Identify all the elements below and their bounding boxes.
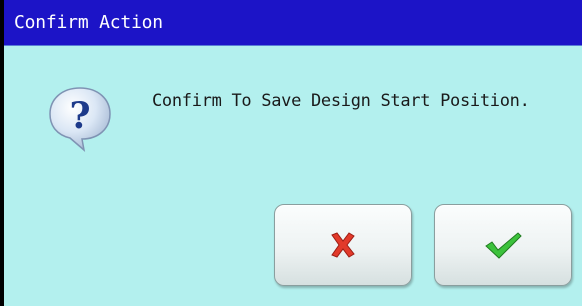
confirm-dialog: Confirm Action ? Confirm To Save Design … (0, 0, 582, 306)
svg-text:?: ? (69, 95, 90, 137)
dialog-message: Confirm To Save Design Start Position. (152, 91, 530, 111)
green-check-icon (485, 232, 522, 259)
confirm-button[interactable] (434, 204, 572, 286)
question-icon: ? (49, 87, 111, 152)
dialog-title: Confirm Action (14, 12, 163, 33)
cancel-button[interactable] (274, 204, 412, 286)
red-x-icon (331, 232, 355, 258)
dialog-title-bar: Confirm Action (4, 0, 582, 46)
